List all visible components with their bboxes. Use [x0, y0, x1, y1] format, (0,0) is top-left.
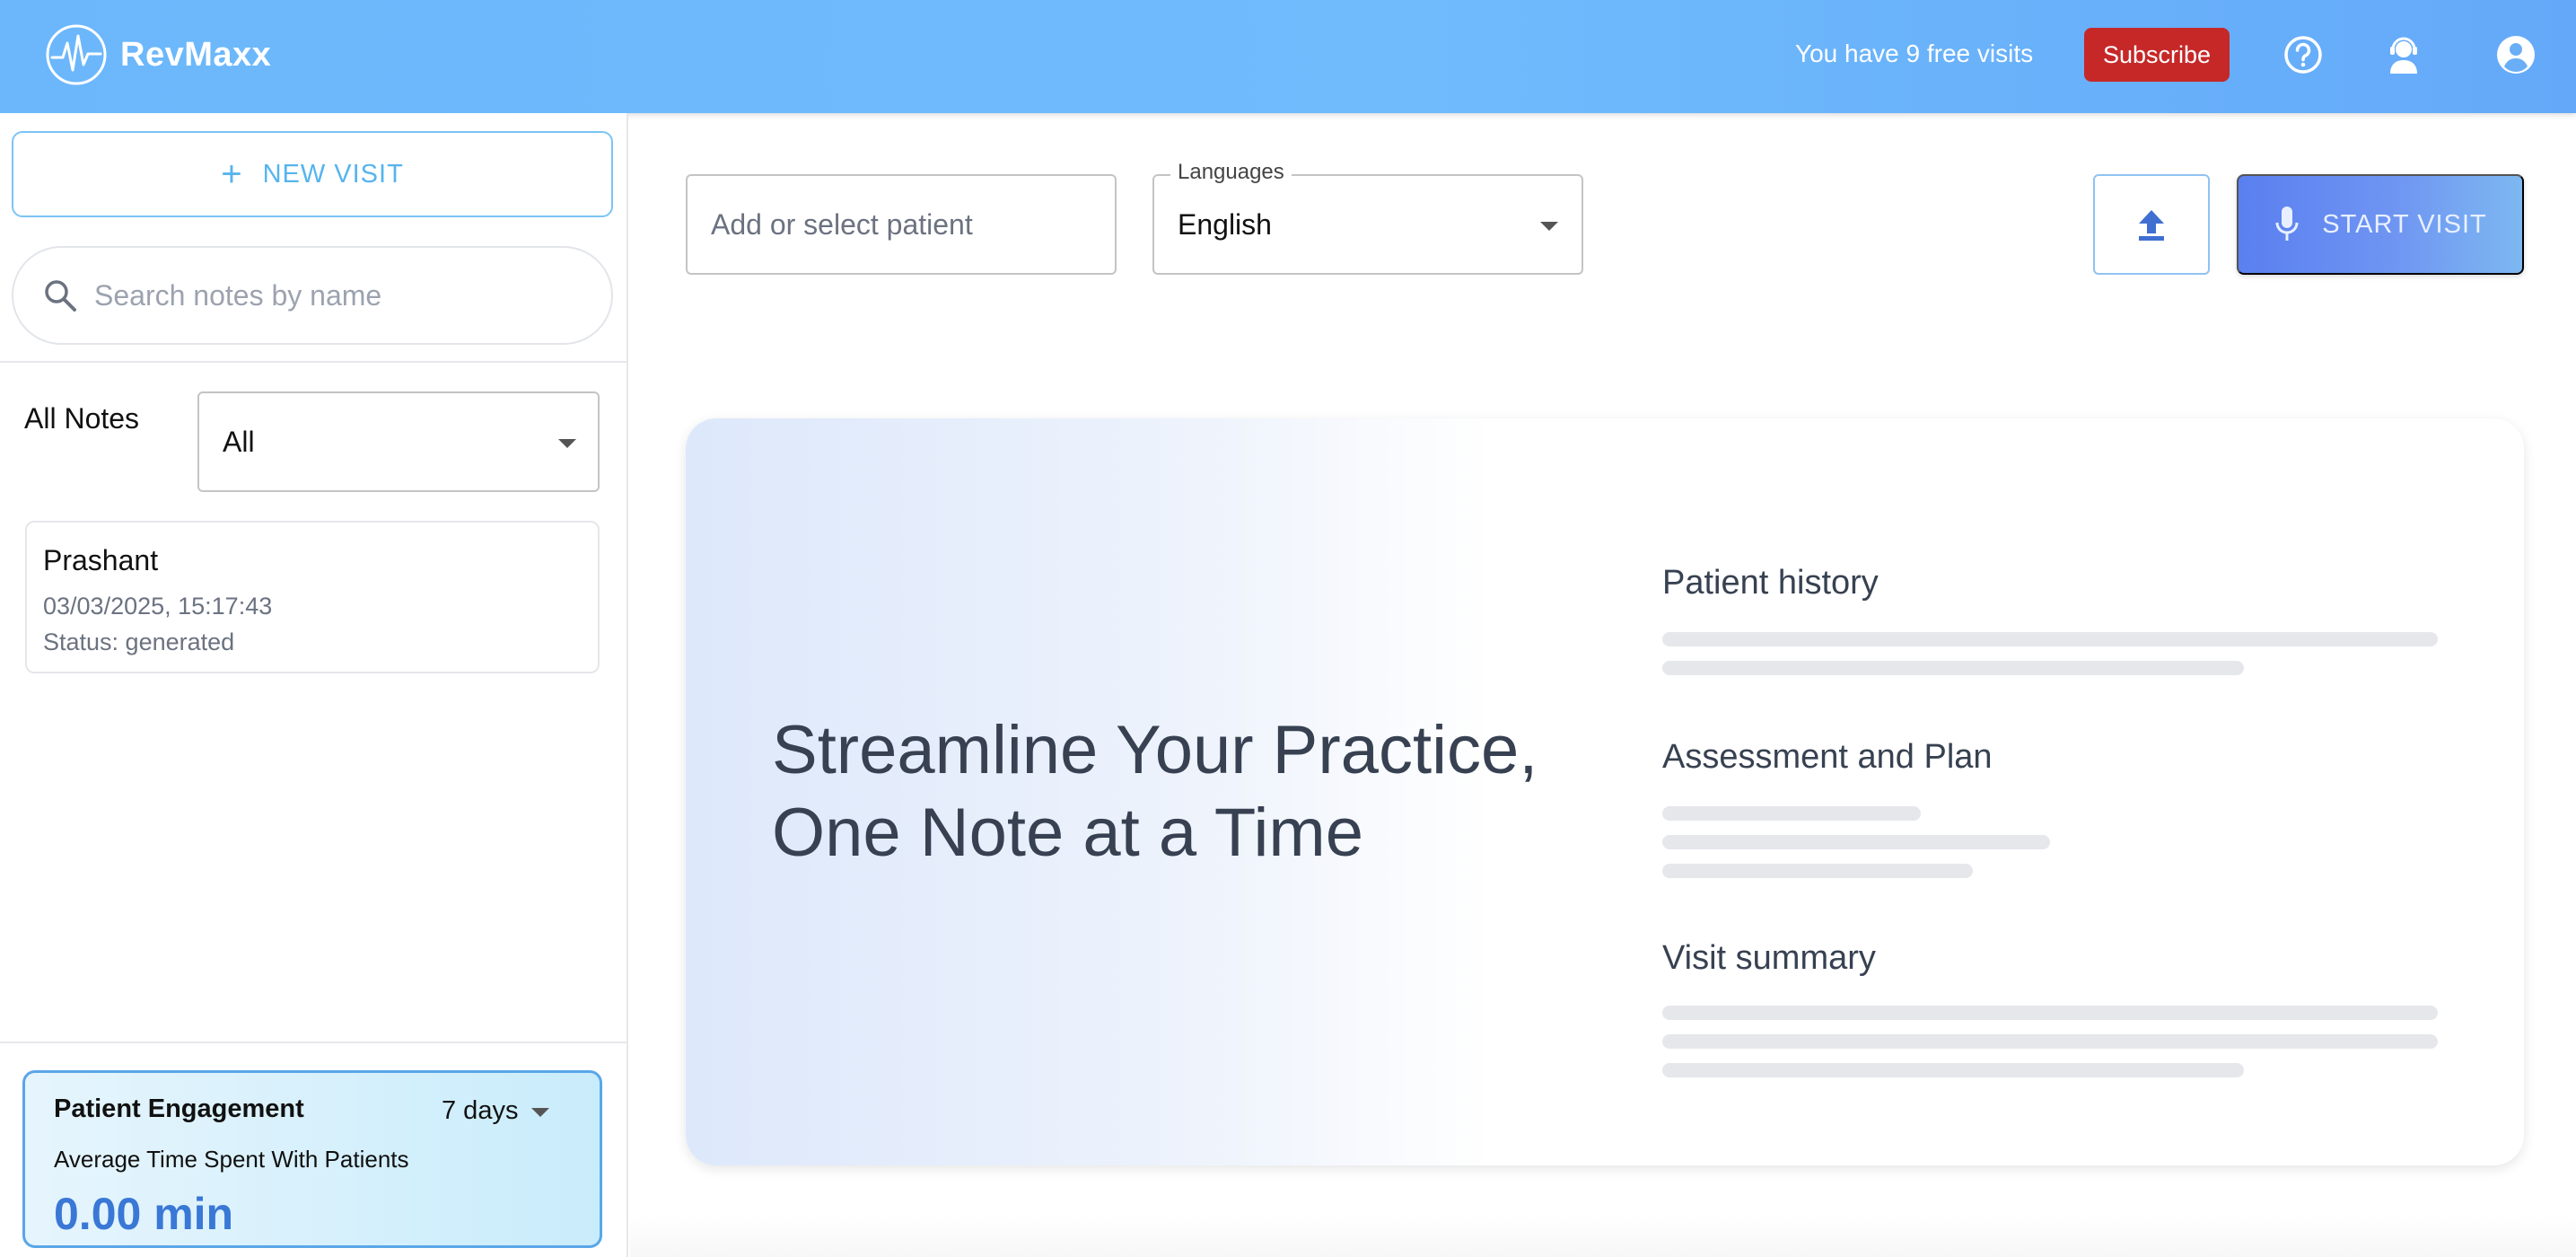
- search-notes-field[interactable]: Search notes by name: [12, 246, 613, 345]
- note-status: Status: generated: [43, 628, 235, 655]
- app-header: RevMaxx You have 9 free visits Subscribe: [0, 0, 2576, 113]
- patient-select-input[interactable]: Add or select patient: [686, 174, 1117, 275]
- chevron-down-icon: [1540, 222, 1558, 231]
- engagement-range-value: 7 days: [442, 1096, 519, 1125]
- notes-filter-value: All: [223, 425, 255, 458]
- engagement-range-select[interactable]: 7 days: [442, 1096, 549, 1126]
- search-icon: [45, 280, 76, 312]
- divider: [0, 1042, 626, 1043]
- search-notes-placeholder: Search notes by name: [94, 278, 382, 312]
- placeholder-line: [1662, 864, 1973, 878]
- subscribe-button[interactable]: Subscribe: [2084, 28, 2230, 82]
- placeholder-line: [1662, 632, 2438, 646]
- new-visit-button[interactable]: + NEW VISIT: [12, 131, 613, 217]
- divider: [0, 361, 626, 363]
- placeholder-line: [1662, 1034, 2438, 1049]
- patient-select-placeholder: Add or select patient: [711, 207, 973, 241]
- support-agent-icon[interactable]: [2383, 34, 2424, 75]
- section-title-assessment-plan: Assessment and Plan: [1662, 738, 1993, 776]
- engagement-subtitle: Average Time Spent With Patients: [54, 1146, 409, 1173]
- free-visits-text: You have 9 free visits: [1795, 40, 2034, 67]
- engagement-value: 0.00 min: [54, 1189, 234, 1239]
- account-circle-icon[interactable]: [2495, 34, 2537, 75]
- footer-strip: [630, 1214, 2576, 1257]
- heartbeat-logo-icon: [46, 24, 107, 85]
- placeholder-line: [1662, 806, 1921, 821]
- plus-icon: +: [221, 154, 243, 194]
- hero-title: Streamline Your Practice, One Note at a …: [772, 712, 1538, 871]
- sidebar: + NEW VISIT Search notes by name All Not…: [0, 113, 628, 1257]
- language-select-label: Languages: [1170, 160, 1292, 185]
- upload-button[interactable]: [2093, 174, 2210, 275]
- upload-icon: [2139, 210, 2164, 241]
- patient-engagement-card: Patient Engagement 7 days Average Time S…: [22, 1070, 602, 1248]
- start-visit-button[interactable]: START VISIT: [2237, 174, 2524, 275]
- microphone-icon: [2275, 207, 2299, 241]
- new-visit-label: NEW VISIT: [262, 159, 404, 189]
- note-patient-name: Prashant: [43, 544, 159, 576]
- brand-name: RevMaxx: [120, 35, 272, 74]
- section-title-patient-history: Patient history: [1662, 564, 1879, 602]
- placeholder-line: [1662, 661, 2244, 675]
- notes-filter-label: All Notes: [24, 402, 140, 435]
- language-value: English: [1178, 207, 1272, 241]
- section-title-visit-summary: Visit summary: [1662, 939, 1876, 977]
- notes-filter-select[interactable]: All: [197, 391, 600, 492]
- placeholder-line: [1662, 835, 2050, 849]
- placeholder-line: [1662, 1006, 2438, 1020]
- note-datetime: 03/03/2025, 15:17:43: [43, 593, 273, 620]
- chevron-down-icon: [558, 439, 576, 448]
- hero-card: Streamline Your Practice, One Note at a …: [686, 418, 2524, 1165]
- brand-logo[interactable]: RevMaxx: [45, 23, 271, 86]
- chevron-down-icon: [531, 1108, 549, 1117]
- language-select[interactable]: English: [1152, 174, 1583, 275]
- start-visit-label: START VISIT: [2322, 209, 2487, 239]
- placeholder-line: [1662, 1063, 2244, 1077]
- note-list-item[interactable]: Prashant 03/03/2025, 15:17:43 Status: ge…: [25, 521, 600, 673]
- help-circle-icon[interactable]: [2282, 34, 2324, 75]
